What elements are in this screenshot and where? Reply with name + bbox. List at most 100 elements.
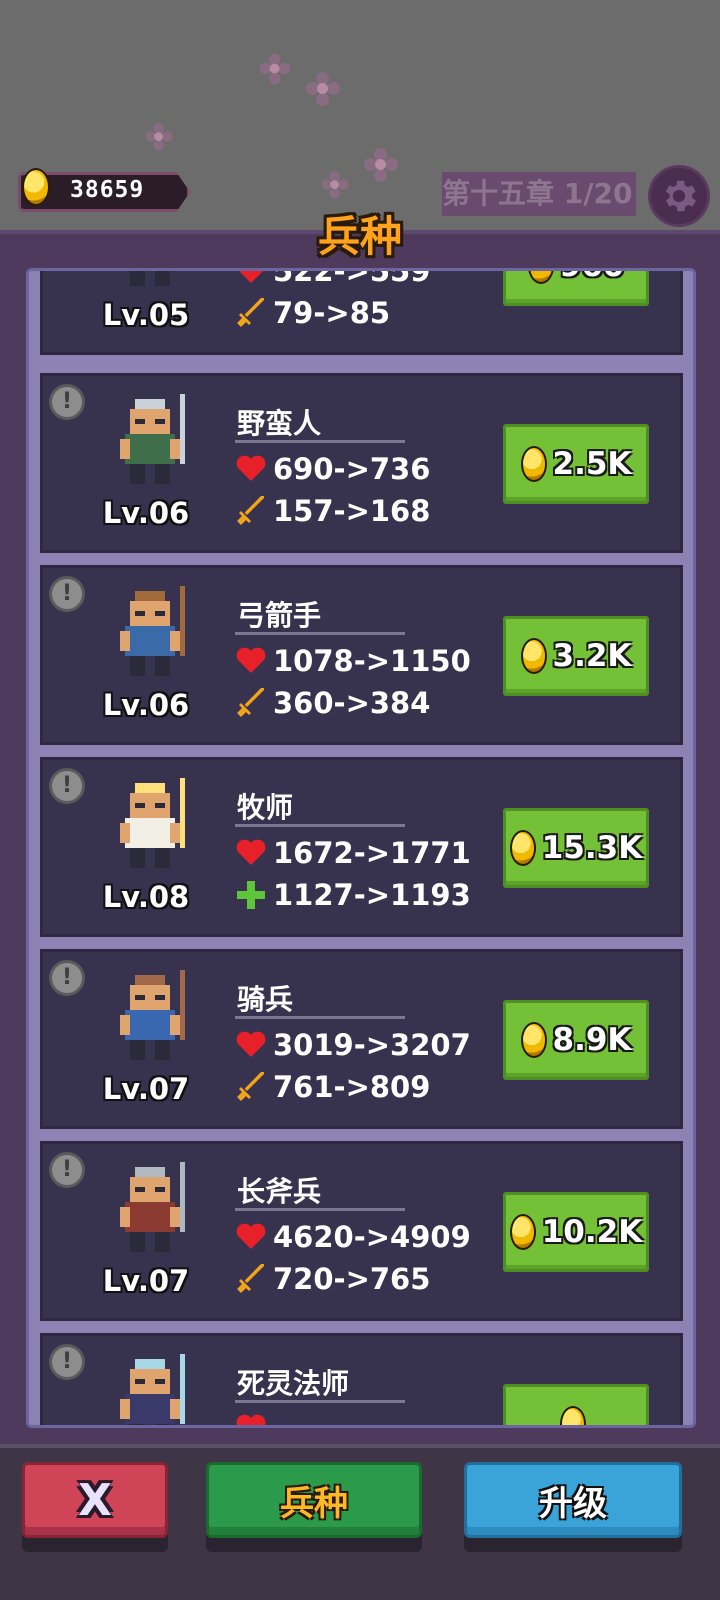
coin-amount: 38659 (70, 177, 145, 203)
hp-stat: 4620->4909 (235, 1220, 471, 1254)
buy-upgrade-button[interactable] (503, 1384, 649, 1425)
coin-icon (520, 1022, 547, 1058)
info-icon[interactable]: ! (49, 576, 85, 612)
buy-upgrade-button[interactable]: 960 (503, 271, 649, 306)
buy-upgrade-button[interactable]: 8.9K (503, 1000, 649, 1080)
unit-card: ! Lv.07 长斧兵 4620->4909 720->765 10.2K (40, 1141, 683, 1321)
info-icon[interactable]: ! (49, 1152, 85, 1188)
unit-card: ! Lv.08 牧师 1672->1771 1127->1193 15.3K (40, 757, 683, 937)
heart-icon (236, 1223, 266, 1249)
coin-icon (22, 168, 50, 206)
divider (235, 632, 405, 635)
flower-decoration (259, 53, 291, 85)
divider (235, 1208, 405, 1211)
info-icon[interactable]: ! (49, 384, 85, 420)
unit-card: ! Lv.05 522->559 79->85 960 (40, 268, 683, 355)
info-icon[interactable]: ! (49, 768, 85, 804)
heal-plus-icon (237, 881, 265, 909)
barbarian-sprite-icon (120, 394, 185, 484)
hp-stat: 690->736 (235, 452, 430, 486)
upgrade-cost: 15.3K (541, 830, 643, 866)
hp-value: 690->736 (273, 452, 431, 486)
sword-icon (237, 1264, 264, 1293)
panel-title: 兵种 (317, 212, 402, 261)
unit-name: 野蛮人 (237, 407, 322, 440)
flower-decoration (364, 148, 398, 182)
unit-name: 牧师 (237, 791, 294, 824)
flower-decoration (145, 123, 173, 151)
unit-level: Lv.05 (102, 298, 190, 332)
upgrade-cost: 3.2K (552, 638, 632, 674)
heart-icon (236, 839, 266, 865)
unit-level: Lv.06 (102, 496, 190, 530)
attack-stat: 761->809 (235, 1070, 430, 1104)
heal-value: 1127->1193 (273, 878, 471, 912)
heal-stat: 1127->1193 (235, 878, 471, 912)
heart-icon (236, 1414, 266, 1425)
unit-name: 长斧兵 (237, 1175, 322, 1208)
attack-value: 79->85 (273, 296, 391, 330)
unit-card: ! Lv.06 野蛮人 690->736 157->168 2.5K (40, 373, 683, 553)
divider (235, 440, 405, 443)
attack-stat: 720->765 (235, 1262, 430, 1296)
sword-icon (237, 496, 264, 525)
archer-sprite-icon (120, 586, 185, 676)
hp-stat: 1078->1150 (235, 644, 471, 678)
attack-value: 720->765 (273, 1262, 431, 1296)
cavalry-sprite-icon (120, 970, 185, 1060)
unit-sprite-icon (130, 271, 170, 286)
coin-icon (520, 446, 547, 482)
coin-icon (560, 1406, 586, 1425)
upgrade-cost: 10.2K (541, 1214, 643, 1250)
flower-decoration (321, 171, 349, 199)
hp-stat: 3019->3207 (235, 1028, 471, 1062)
buy-upgrade-button[interactable]: 2.5K (503, 424, 649, 504)
necromancer-sprite-icon (120, 1354, 185, 1425)
upgrade-tab-button[interactable]: 升级 (464, 1462, 682, 1538)
buy-upgrade-button[interactable]: 10.2K (503, 1192, 649, 1272)
buy-upgrade-button[interactable]: 3.2K (503, 616, 649, 696)
unit-level: Lv.06 (102, 688, 190, 722)
hp-value: 1672->1771 (273, 836, 471, 870)
hp-value: 4620->4909 (273, 1220, 471, 1254)
heart-icon (236, 455, 266, 481)
hp-value: 522->559 (273, 268, 431, 288)
hp-stat: 1672->1771 (235, 836, 471, 870)
attack-stat: 79->85 (235, 296, 390, 330)
info-icon[interactable]: ! (49, 1344, 85, 1380)
heart-icon (239, 271, 263, 283)
upgrade-cost: 960 (560, 271, 625, 284)
hp-stat (235, 1412, 273, 1425)
hp-value: 3019->3207 (273, 1028, 471, 1062)
coin-icon (520, 638, 547, 674)
unit-level: Lv.07 (102, 1264, 190, 1298)
coin-icon (509, 1214, 536, 1250)
attack-stat: 157->168 (235, 494, 430, 528)
attack-value: 360->384 (273, 686, 431, 720)
hp-stat: 522->559 (235, 268, 431, 288)
halberdier-sprite-icon (120, 1162, 185, 1252)
unit-card: ! Lv.06 弓箭手 1078->1150 360->384 3.2K (40, 565, 683, 745)
sword-icon (237, 1072, 264, 1101)
close-button[interactable]: X (22, 1462, 168, 1538)
unit-level: Lv.07 (102, 1072, 190, 1106)
divider (235, 1400, 405, 1403)
unit-card: ! Lv.07 骑兵 3019->3207 761->809 8.9K (40, 949, 683, 1129)
unit-name: 弓箭手 (237, 599, 322, 632)
divider (235, 824, 405, 827)
sword-icon (237, 688, 264, 717)
upgrade-cost: 8.9K (552, 1022, 632, 1058)
info-icon[interactable]: ! (49, 960, 85, 996)
buy-upgrade-button[interactable]: 15.3K (503, 808, 649, 888)
coin-icon (509, 830, 536, 866)
unit-level: Lv.08 (102, 880, 190, 914)
attack-stat: 360->384 (235, 686, 430, 720)
upgrade-cost: 2.5K (552, 446, 632, 482)
unit-list[interactable]: ! Lv.05 522->559 79->85 960 ! L (26, 268, 696, 1428)
sword-icon (237, 298, 264, 327)
divider (235, 1016, 405, 1019)
units-tab-button[interactable]: 兵种 (206, 1462, 422, 1538)
hp-value: 1078->1150 (273, 644, 471, 678)
flower-decoration (306, 72, 340, 106)
unit-name: 骑兵 (237, 983, 294, 1016)
